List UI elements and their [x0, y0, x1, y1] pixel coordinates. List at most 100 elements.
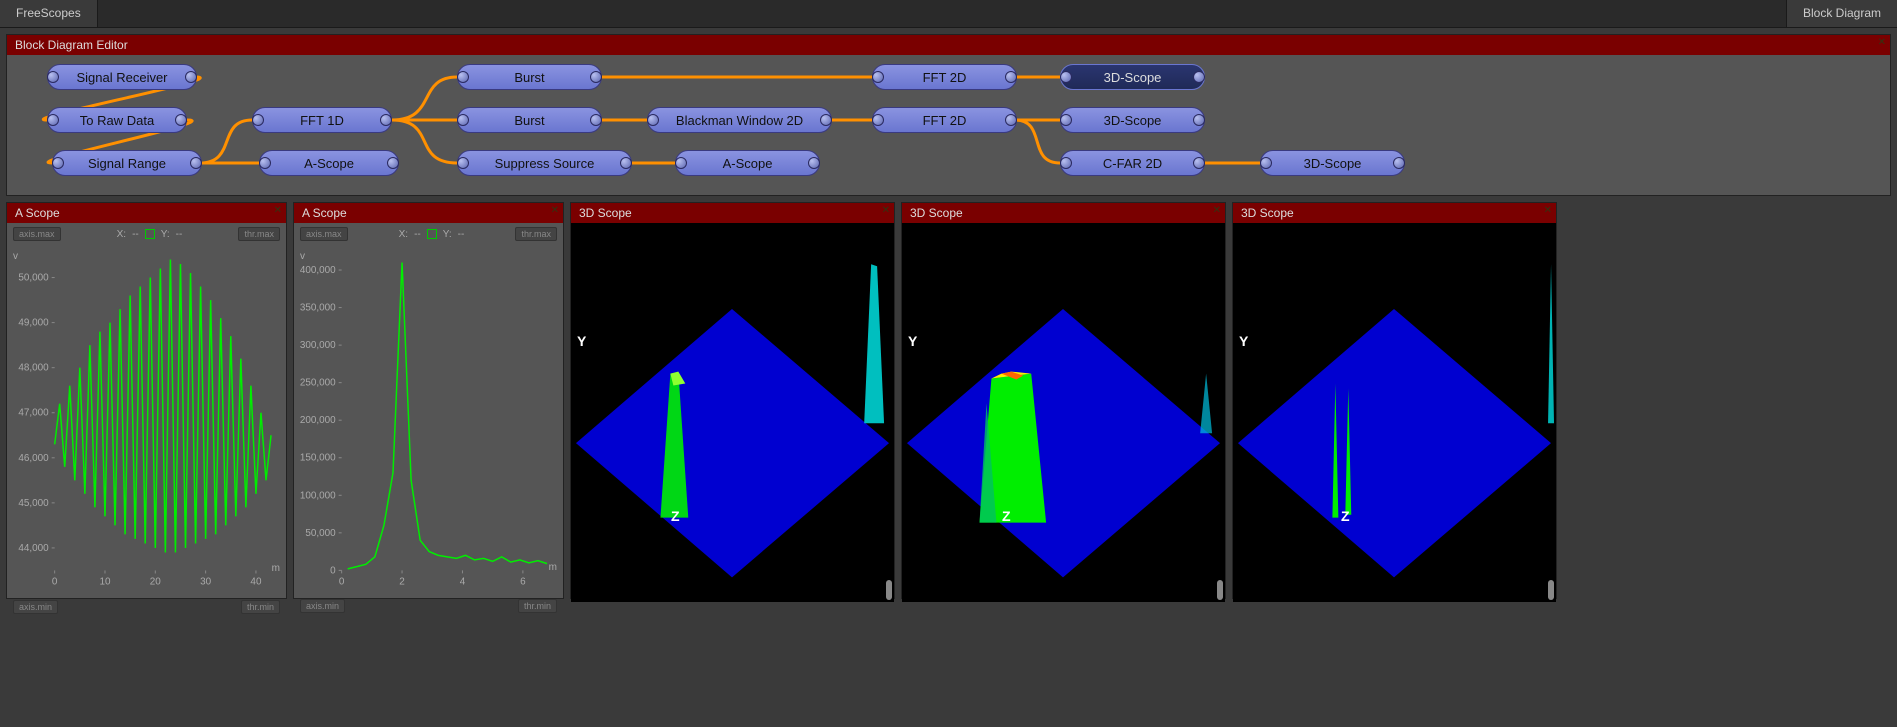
close-icon[interactable]: ✕ — [1878, 37, 1886, 48]
close-icon[interactable]: ✕ — [1213, 205, 1221, 216]
port-out[interactable] — [387, 157, 399, 169]
node-label: Signal Range — [88, 156, 166, 171]
tab-block-diagram[interactable]: Block Diagram — [1786, 0, 1897, 27]
svg-text:40: 40 — [250, 576, 261, 587]
scroll-thumb[interactable] — [1217, 580, 1223, 600]
node-a-scope[interactable]: A-Scope — [259, 150, 399, 176]
node-blackman-window-2d[interactable]: Blackman Window 2D — [647, 107, 832, 133]
port-in[interactable] — [457, 114, 469, 126]
axis-min-button[interactable]: axis.min — [13, 600, 58, 614]
svg-text:50,000: 50,000 — [305, 528, 336, 539]
port-in[interactable] — [259, 157, 271, 169]
port-out[interactable] — [175, 114, 187, 126]
node-label: FFT 2D — [923, 113, 967, 128]
a-scope-1-plot[interactable]: 44,00045,00046,00047,00048,00049,00050,0… — [7, 245, 286, 596]
block-diagram-panel: Block Diagram Editor ✕ — [6, 34, 1891, 196]
svg-text:46,000: 46,000 — [18, 453, 49, 464]
y-label: Y: — [443, 229, 452, 240]
a-scope-1-controls: axis.max X: -- Y: -- thr.max — [7, 223, 286, 245]
port-in[interactable] — [52, 157, 64, 169]
node-fft-2d-2[interactable]: FFT 2D — [872, 107, 1017, 133]
thr-max-button[interactable]: thr.max — [238, 227, 280, 241]
port-in[interactable] — [1060, 114, 1072, 126]
node-to-raw-data[interactable]: To Raw Data — [47, 107, 187, 133]
node-burst-1[interactable]: Burst — [457, 64, 602, 90]
port-out[interactable] — [820, 114, 832, 126]
node-fft-1d[interactable]: FFT 1D — [252, 107, 392, 133]
thr-min-button[interactable]: thr.min — [241, 600, 280, 614]
port-out[interactable] — [1005, 71, 1017, 83]
svg-text:0: 0 — [339, 576, 345, 587]
port-in[interactable] — [47, 114, 59, 126]
3d-scope-1-header: 3D Scope ✕ — [571, 203, 894, 223]
panel-title: 3D Scope — [579, 206, 632, 220]
port-out[interactable] — [808, 157, 820, 169]
a-scope-1-header: A Scope ✕ — [7, 203, 286, 223]
axis-max-button[interactable]: axis.max — [13, 227, 61, 241]
port-in[interactable] — [457, 157, 469, 169]
node-suppress-source[interactable]: Suppress Source — [457, 150, 632, 176]
scroll-thumb[interactable] — [886, 580, 892, 600]
port-in[interactable] — [1060, 71, 1072, 83]
port-in[interactable] — [252, 114, 264, 126]
port-in[interactable] — [457, 71, 469, 83]
port-out[interactable] — [1193, 114, 1205, 126]
port-out[interactable] — [1393, 157, 1405, 169]
thr-max-button[interactable]: thr.max — [515, 227, 557, 241]
node-3d-scope-1[interactable]: 3D-Scope — [1060, 64, 1205, 90]
port-out[interactable] — [1193, 157, 1205, 169]
panel-title: A Scope — [302, 206, 347, 220]
node-signal-receiver[interactable]: Signal Receiver — [47, 64, 197, 90]
3d-scope-3-canvas[interactable]: Y Z — [1233, 223, 1556, 602]
port-out[interactable] — [380, 114, 392, 126]
close-icon[interactable]: ✕ — [1544, 205, 1552, 216]
port-in[interactable] — [647, 114, 659, 126]
node-fft-2d-1[interactable]: FFT 2D — [872, 64, 1017, 90]
axis-max-button[interactable]: axis.max — [300, 227, 348, 241]
axis-min-button[interactable]: axis.min — [300, 599, 345, 613]
close-icon[interactable]: ✕ — [551, 205, 559, 216]
port-out[interactable] — [1005, 114, 1017, 126]
node-cfar-2d[interactable]: C-FAR 2D — [1060, 150, 1205, 176]
node-label: Burst — [514, 70, 544, 85]
port-out[interactable] — [620, 157, 632, 169]
port-out[interactable] — [1193, 71, 1205, 83]
block-diagram-canvas[interactable]: Signal Receiver To Raw Data Signal Range… — [7, 55, 1890, 195]
port-in[interactable] — [675, 157, 687, 169]
port-out[interactable] — [185, 71, 197, 83]
port-in[interactable] — [1260, 157, 1272, 169]
3d-scope-panel-3: 3D Scope ✕ Y Z — [1232, 202, 1557, 599]
port-in[interactable] — [872, 114, 884, 126]
svg-text:20: 20 — [150, 576, 161, 587]
port-in[interactable] — [47, 71, 59, 83]
port-in[interactable] — [1060, 157, 1072, 169]
svg-text:200,000: 200,000 — [300, 415, 336, 426]
a-scope-1-bottom-controls: axis.min thr.min — [7, 596, 286, 618]
svg-text:47,000: 47,000 — [18, 408, 49, 419]
node-label: 3D-Scope — [1304, 156, 1362, 171]
svg-text:0: 0 — [330, 565, 336, 576]
svg-text:50,000: 50,000 — [18, 273, 49, 284]
thr-min-button[interactable]: thr.min — [518, 599, 557, 613]
svg-text:0: 0 — [52, 576, 58, 587]
port-out[interactable] — [190, 157, 202, 169]
node-a-scope-2[interactable]: A-Scope — [675, 150, 820, 176]
node-signal-range[interactable]: Signal Range — [52, 150, 202, 176]
tab-freescopes[interactable]: FreeScopes — [0, 0, 98, 27]
node-burst-2[interactable]: Burst — [457, 107, 602, 133]
node-label: Suppress Source — [495, 156, 595, 171]
node-3d-scope-2[interactable]: 3D-Scope — [1060, 107, 1205, 133]
svg-text:400,000: 400,000 — [300, 265, 336, 276]
scroll-thumb[interactable] — [1548, 580, 1554, 600]
close-icon[interactable]: ✕ — [274, 205, 282, 216]
node-3d-scope-3[interactable]: 3D-Scope — [1260, 150, 1405, 176]
port-in[interactable] — [872, 71, 884, 83]
node-label: Blackman Window 2D — [676, 113, 803, 128]
a-scope-2-plot[interactable]: 050,000100,000150,000200,000250,000300,0… — [294, 245, 563, 595]
port-out[interactable] — [590, 114, 602, 126]
3d-scope-2-canvas[interactable]: Y Z — [902, 223, 1225, 602]
port-out[interactable] — [590, 71, 602, 83]
x-label: X: — [399, 229, 408, 240]
3d-scope-1-canvas[interactable]: Y Z — [571, 223, 894, 602]
close-icon[interactable]: ✕ — [882, 205, 890, 216]
